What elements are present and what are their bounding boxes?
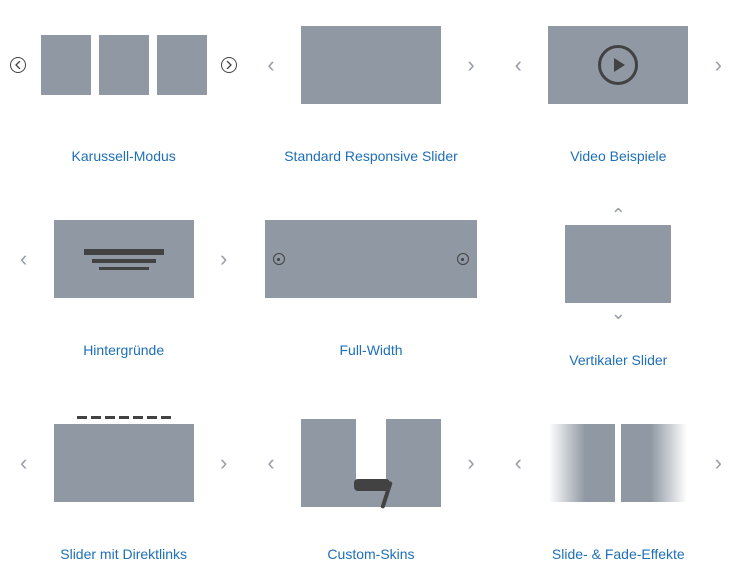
thumb-karussell [0,10,247,120]
thumb-hintergruende: ‹ › [0,204,247,314]
examples-grid: Karussell-Modus ‹ › Standard Responsive … [0,0,742,566]
card-fullwidth: Full-Width [247,204,494,368]
card-title-link[interactable]: Custom-Skins [327,546,414,562]
vertical-placeholder [565,225,671,303]
card-title-link[interactable]: Video Beispiele [570,148,666,164]
page-dot[interactable] [77,416,87,419]
card-customskins: ‹ › Custom-Skins [247,408,494,562]
paint-roller-icon [354,479,390,491]
page-dot[interactable] [91,416,101,419]
chevron-down-icon[interactable]: ⌄ [605,302,632,324]
card-vertikal: ⌃ ⌄ Vertikaler Slider [495,204,742,368]
directlinks-placeholder [54,424,194,502]
chevron-left-icon[interactable]: ‹ [14,448,33,478]
carousel-slide [99,35,149,95]
card-title-link[interactable]: Standard Responsive Slider [284,148,458,164]
chevron-right-icon[interactable]: › [709,50,728,80]
dot-right-icon[interactable] [457,253,469,265]
fade-right [621,424,687,502]
text-line [92,259,156,263]
thumb-direktlinks: ‹ › [0,408,247,518]
chevron-up-icon[interactable]: ⌃ [605,204,632,226]
text-line [84,249,164,255]
card-standard: ‹ › Standard Responsive Slider [247,10,494,164]
chevron-left-icon[interactable]: ‹ [261,50,280,80]
paint-stripe [356,419,386,485]
card-direktlinks: ‹ › Slider mit Direktlinks [0,408,247,562]
fullwidth-placeholder [265,220,477,298]
card-title-link[interactable]: Karussell-Modus [72,148,176,164]
chevron-right-icon[interactable]: › [461,448,480,478]
thumb-fullwidth [247,204,494,314]
card-title-link[interactable]: Slider mit Direktlinks [60,546,187,562]
video-placeholder [548,26,688,104]
pagination-dots [77,416,171,419]
thumb-customskins: ‹ › [247,408,494,518]
text-overlay-placeholder [54,220,194,298]
text-line [99,267,149,270]
chevron-left-icon[interactable]: ‹ [261,448,280,478]
chevron-right-icon[interactable]: › [214,244,233,274]
card-title-link[interactable]: Vertikaler Slider [569,352,667,368]
card-karussell: Karussell-Modus [0,10,247,164]
chevron-right-icon[interactable]: › [461,50,480,80]
page-dot[interactable] [105,416,115,419]
chevron-right-circle-icon[interactable] [221,57,237,73]
thumb-video: ‹ › [495,10,742,120]
carousel-thumbs [41,35,207,95]
page-dot[interactable] [161,416,171,419]
card-video: ‹ › Video Beispiele [495,10,742,164]
card-slidefade: ‹ › Slide- & Fade-Effekte [495,408,742,562]
page-dot[interactable] [119,416,129,419]
thumb-standard: ‹ › [247,10,494,120]
chevron-left-icon[interactable]: ‹ [509,448,528,478]
page-dot[interactable] [133,416,143,419]
chevron-right-icon[interactable]: › [214,448,233,478]
fade-left [549,424,615,502]
thumb-slidefade: ‹ › [495,408,742,518]
chevron-left-circle-icon[interactable] [10,57,26,73]
thumb-vertikal: ⌃ ⌄ [495,204,742,324]
chevron-left-icon[interactable]: ‹ [14,244,33,274]
page-dot[interactable] [147,416,157,419]
paint-icon [301,419,441,507]
dot-left-icon[interactable] [273,253,285,265]
card-title-link[interactable]: Hintergründe [83,342,164,358]
card-hintergruende: ‹ › Hintergründe [0,204,247,368]
chevron-right-icon[interactable]: › [709,448,728,478]
card-title-link[interactable]: Slide- & Fade-Effekte [552,546,685,562]
fade-placeholder [549,424,687,502]
play-icon [598,45,638,85]
card-title-link[interactable]: Full-Width [339,342,402,358]
carousel-slide [157,35,207,95]
slide-placeholder [301,26,441,104]
carousel-slide [41,35,91,95]
chevron-left-icon[interactable]: ‹ [509,50,528,80]
